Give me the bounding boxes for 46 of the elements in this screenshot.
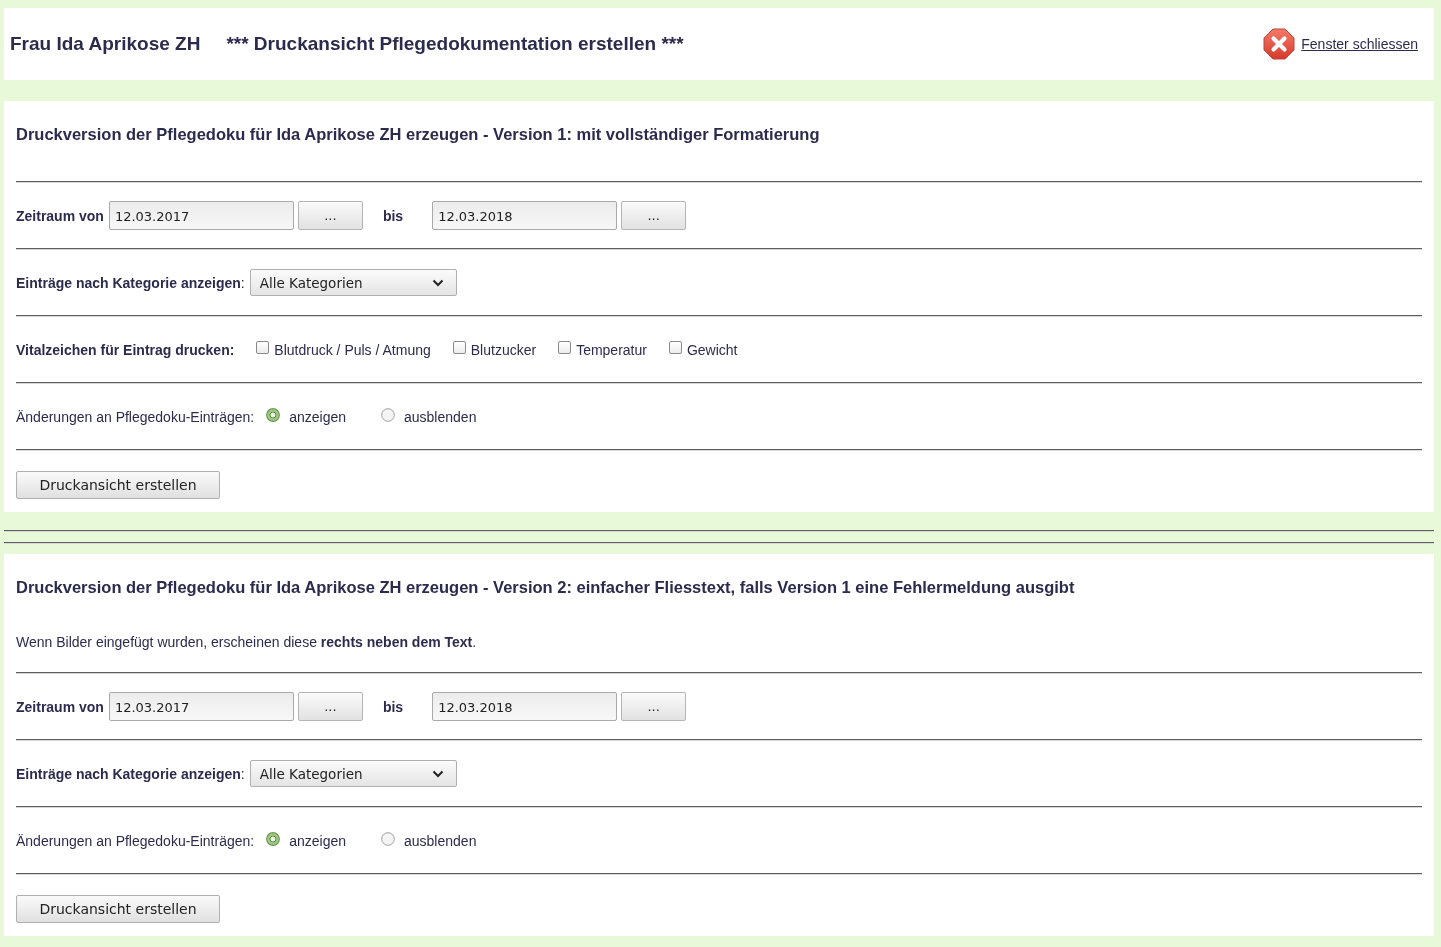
create-print-view-button[interactable]: Druckansicht erstellen bbox=[16, 471, 220, 499]
date-input[interactable]: 12.03.2017 bbox=[108, 201, 294, 230]
radio-label: anzeigen bbox=[289, 832, 346, 849]
date-picker-button[interactable]: ... bbox=[621, 692, 687, 721]
checkbox[interactable] bbox=[452, 341, 466, 354]
date-picker-button[interactable]: ... bbox=[621, 201, 687, 230]
chevron-down-icon bbox=[431, 278, 444, 287]
patient-name: Frau Ida Aprikose ZH bbox=[10, 33, 201, 55]
date-input[interactable]: 12.03.2018 bbox=[432, 692, 618, 721]
checkbox[interactable] bbox=[256, 341, 270, 354]
close-window-link[interactable]: Fenster schliessen bbox=[1301, 36, 1418, 52]
radio-label: anzeigen bbox=[289, 408, 346, 425]
chevron-down-icon bbox=[431, 769, 444, 778]
field-label: Zeitraum von bbox=[16, 207, 104, 224]
section-title: Druckversion der Pflegedoku für Ida Aprikose ZH erzeugen - Version 2: einfacher Fliesstext, falls Version 1 eine Fehlermeldung ausgibt bbox=[16, 577, 1076, 597]
category-dropdown[interactable]: Alle Kategorien bbox=[249, 269, 457, 296]
field-label: Zeitraum von bbox=[16, 698, 104, 715]
field-label: Einträge nach Kategorie anzeigen: bbox=[16, 765, 245, 782]
category-dropdown[interactable]: Alle Kategorien bbox=[249, 760, 457, 787]
checkbox-label: Blutdruck / Puls / Atmung bbox=[274, 341, 431, 358]
date-input[interactable]: 12.03.2018 bbox=[432, 201, 618, 230]
checkbox[interactable] bbox=[558, 341, 572, 354]
radio-button[interactable] bbox=[381, 407, 395, 422]
date-picker-button[interactable]: ... bbox=[297, 692, 363, 721]
field-label: bis bbox=[382, 207, 404, 224]
create-print-view-button[interactable]: Druckansicht erstellen bbox=[16, 895, 220, 923]
field-label: Änderungen an Pflegedoku-Einträgen: bbox=[16, 832, 255, 849]
radio-label: ausblenden bbox=[404, 408, 477, 425]
field-label: Einträge nach Kategorie anzeigen: bbox=[16, 274, 245, 291]
field-label: bis bbox=[382, 698, 404, 715]
checkbox-label: Blutzucker bbox=[470, 341, 537, 358]
radio-button[interactable] bbox=[266, 407, 281, 422]
close-icon bbox=[1263, 28, 1296, 60]
info-text: Wenn Bilder eingefügt wurden, erscheinen diese rechts neben dem Text. bbox=[16, 633, 478, 651]
date-input[interactable]: 12.03.2017 bbox=[108, 692, 294, 721]
field-label: Vitalzeichen für Eintrag drucken: bbox=[16, 341, 235, 358]
page-title: *** Druckansicht Pflegedokumentation erstellen *** bbox=[226, 33, 684, 55]
radio-button[interactable] bbox=[381, 831, 395, 846]
checkbox-label: Gewicht bbox=[686, 341, 738, 358]
radio-label: ausblenden bbox=[404, 832, 477, 849]
section-title: Druckversion der Pflegedoku für Ida Aprikose ZH erzeugen - Version 1: mit vollständiger Formatierung bbox=[16, 124, 821, 144]
radio-button[interactable] bbox=[266, 831, 281, 846]
checkbox-label: Temperatur bbox=[576, 341, 647, 358]
date-picker-button[interactable]: ... bbox=[297, 201, 363, 230]
field-label: Änderungen an Pflegedoku-Einträgen: bbox=[16, 408, 255, 425]
checkbox[interactable] bbox=[668, 341, 682, 354]
